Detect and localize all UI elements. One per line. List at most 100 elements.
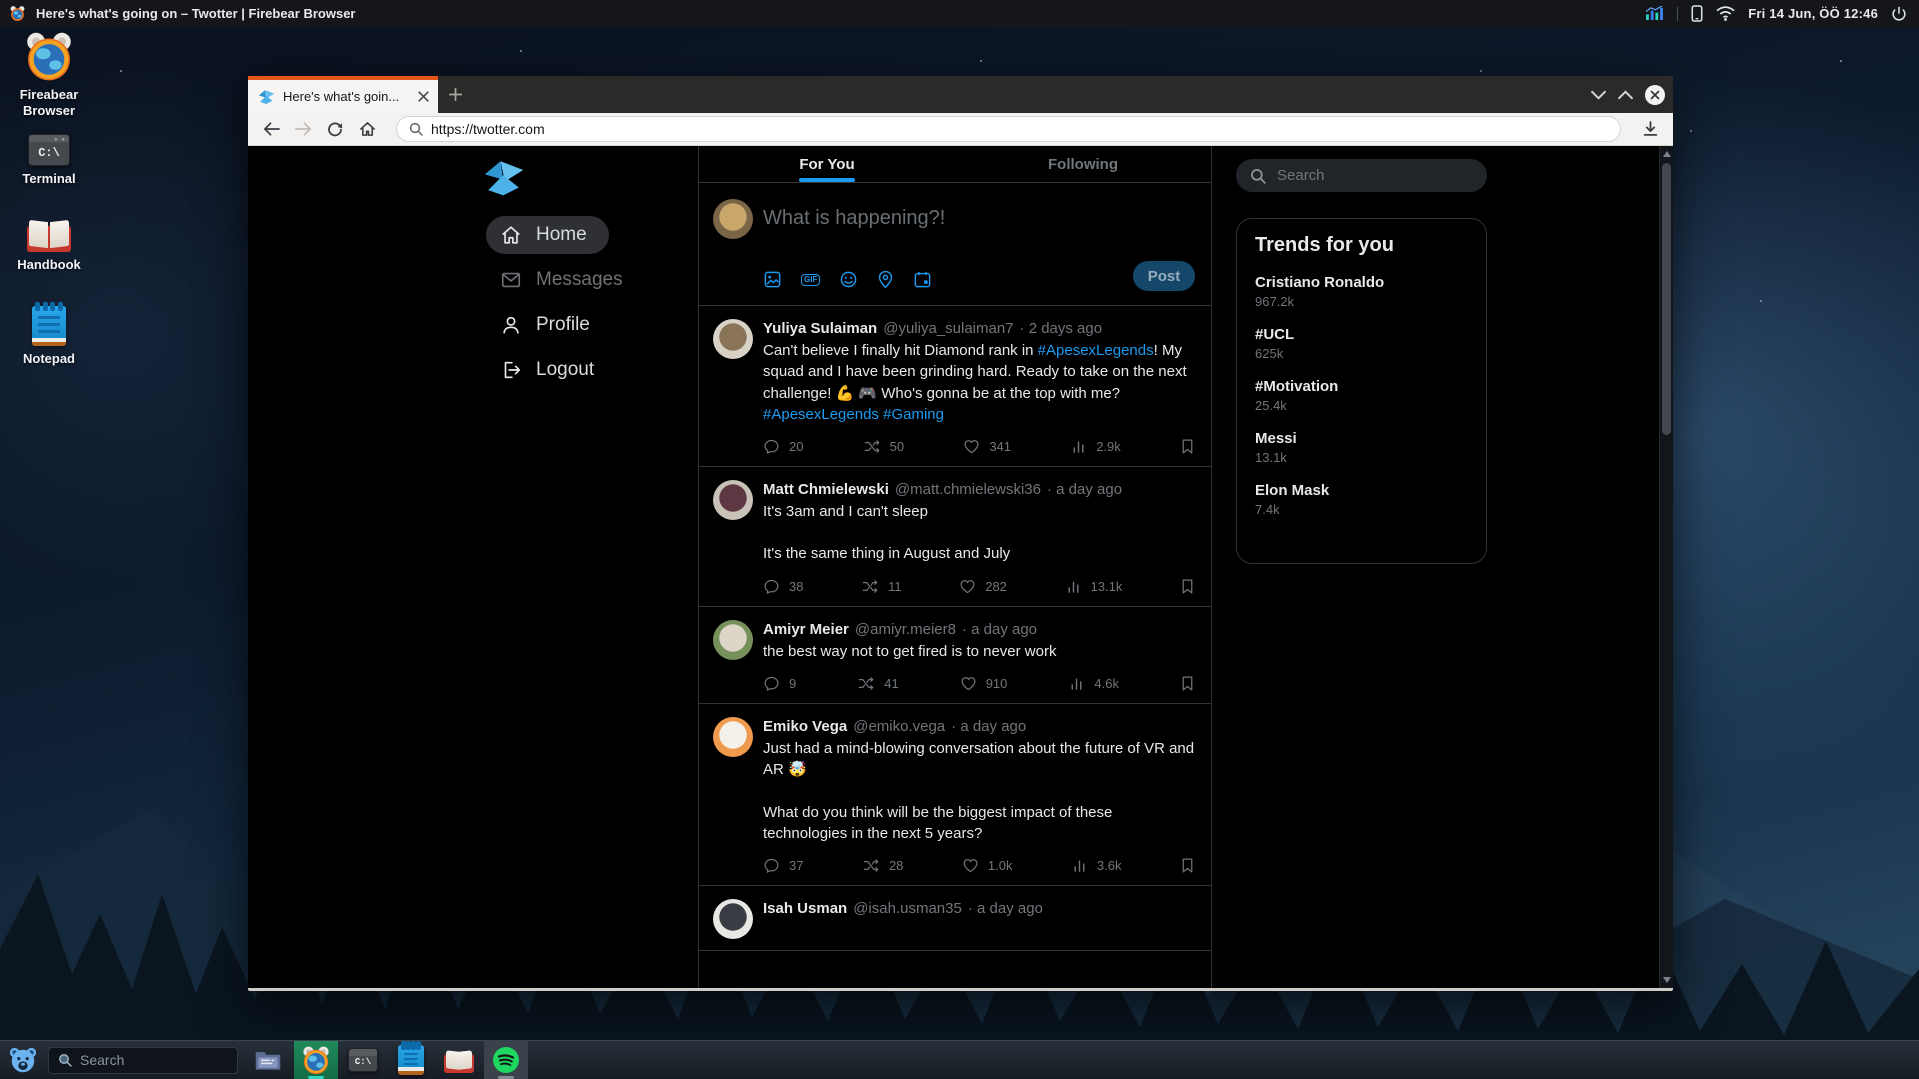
desktop-icon-handbook[interactable]: Handbook: [6, 218, 92, 273]
tweet[interactable]: Isah Usman @isah.usman35 a day ago: [699, 886, 1211, 951]
post-button[interactable]: Post: [1133, 261, 1195, 291]
activity-chart-icon[interactable]: [1645, 6, 1664, 21]
location-icon[interactable]: [877, 270, 894, 289]
page-scrollbar[interactable]: [1659, 146, 1673, 988]
scrollbar-thumb[interactable]: [1662, 163, 1671, 435]
tab-for-you[interactable]: For You: [699, 146, 955, 182]
media-icon[interactable]: [763, 270, 782, 289]
like-button[interactable]: 341: [963, 438, 1011, 455]
tab-following[interactable]: Following: [955, 146, 1211, 182]
window-maximize-icon[interactable]: [1618, 90, 1633, 100]
bookmark-button[interactable]: [1180, 438, 1195, 455]
twotter-logo[interactable]: [483, 158, 525, 196]
tweet-author[interactable]: Emiko Vega: [763, 718, 847, 735]
tweet[interactable]: Amiyr Meier @amiyr.meier8 a day ago the …: [699, 607, 1211, 704]
avatar[interactable]: [713, 319, 753, 359]
tab-close-icon[interactable]: [417, 90, 430, 103]
trend-item[interactable]: Elon Mask 7.4k: [1255, 482, 1468, 517]
phone-icon[interactable]: [1691, 5, 1703, 22]
schedule-icon[interactable]: [913, 270, 932, 289]
clock[interactable]: Fri 14 Jun, ÖÖ 12:46: [1748, 6, 1878, 21]
bookmark-button[interactable]: [1180, 578, 1195, 595]
wifi-icon[interactable]: [1716, 6, 1735, 21]
nav-item-messages[interactable]: Messages: [486, 261, 645, 299]
views-button[interactable]: 2.9k: [1070, 438, 1121, 455]
window-close-button[interactable]: [1645, 85, 1665, 105]
reply-button[interactable]: 20: [763, 438, 803, 455]
repost-button[interactable]: 11: [861, 578, 902, 595]
gif-icon[interactable]: GIF: [801, 274, 820, 286]
taskbar-firebear-active[interactable]: [294, 1041, 338, 1079]
taskbar-spotify[interactable]: [484, 1041, 528, 1079]
reload-button[interactable]: [322, 116, 348, 142]
tweet-author[interactable]: Amiyr Meier: [763, 621, 849, 638]
views-button[interactable]: 3.6k: [1071, 857, 1122, 874]
trend-item[interactable]: #Motivation 25.4k: [1255, 378, 1468, 413]
trend-item[interactable]: #UCL 625k: [1255, 326, 1468, 361]
taskbar-search-input[interactable]: Search: [48, 1047, 238, 1074]
compose-input[interactable]: What is happening?!: [763, 207, 945, 230]
desktop-icon-terminal[interactable]: ● ● C:\ Terminal: [6, 134, 92, 187]
like-button[interactable]: 910: [960, 675, 1008, 692]
tweet-author[interactable]: Isah Usman: [763, 900, 847, 917]
bookmark-button[interactable]: [1180, 857, 1195, 874]
trend-count: 13.1k: [1255, 450, 1468, 465]
tweet-author[interactable]: Matt Chmielewski: [763, 481, 889, 498]
repost-button[interactable]: 41: [857, 675, 898, 692]
new-tab-button[interactable]: [438, 76, 472, 113]
like-button[interactable]: 282: [959, 578, 1007, 595]
taskbar-files-icon[interactable]: [254, 1048, 282, 1072]
like-button[interactable]: 1.0k: [962, 857, 1013, 874]
hashtag-link[interactable]: #ApesexLegends: [1038, 342, 1154, 359]
forward-button[interactable]: [290, 116, 316, 142]
tweet-handle[interactable]: @yuliya_sulaiman7: [883, 320, 1013, 337]
tweet-handle[interactable]: @matt.chmielewski36: [895, 481, 1041, 498]
views-button[interactable]: 4.6k: [1068, 675, 1119, 692]
hashtag-link[interactable]: #Gaming: [883, 406, 944, 423]
taskbar-terminal-icon[interactable]: C:\: [348, 1048, 378, 1072]
back-button[interactable]: [258, 116, 284, 142]
avatar[interactable]: [713, 899, 753, 939]
browser-tab[interactable]: Here's what's goin...: [248, 76, 438, 113]
desktop-icon-fireabear-browser[interactable]: Fireabear Browser: [6, 32, 92, 120]
bookmark-button[interactable]: [1180, 675, 1195, 692]
emoji-icon[interactable]: [839, 270, 858, 289]
window-minimize-icon[interactable]: [1591, 90, 1606, 100]
tweet-handle[interactable]: @emiko.vega: [853, 718, 945, 735]
avatar[interactable]: [713, 717, 753, 757]
nav-item-home[interactable]: Home: [486, 216, 609, 254]
nav-item-logout[interactable]: Logout: [486, 351, 616, 389]
power-icon[interactable]: [1891, 6, 1907, 22]
tweet-handle[interactable]: @isah.usman35: [853, 900, 962, 917]
url-bar[interactable]: https://twotter.com: [396, 116, 1621, 142]
tweet-handle[interactable]: @amiyr.meier8: [855, 621, 956, 638]
avatar[interactable]: [713, 620, 753, 660]
desktop-icon-notepad[interactable]: Notepad: [6, 306, 92, 367]
download-icon[interactable]: [1637, 116, 1663, 142]
tweet-author[interactable]: Yuliya Sulaiman: [763, 320, 877, 337]
scroll-down-icon[interactable]: [1663, 977, 1671, 983]
reply-button[interactable]: 37: [763, 857, 803, 874]
taskbar-notepad-icon[interactable]: [398, 1045, 424, 1075]
trend-item[interactable]: Messi 13.1k: [1255, 430, 1468, 465]
tweet[interactable]: Yuliya Sulaiman @yuliya_sulaiman7 2 days…: [699, 306, 1211, 467]
compose-avatar[interactable]: [713, 199, 753, 239]
views-button[interactable]: 13.1k: [1065, 578, 1123, 595]
tray-separator: [1677, 7, 1678, 21]
taskbar-handbook-icon[interactable]: [444, 1048, 474, 1073]
trend-item[interactable]: Cristiano Ronaldo 967.2k: [1255, 274, 1468, 309]
scroll-up-icon[interactable]: [1663, 151, 1671, 157]
tweet[interactable]: Matt Chmielewski @matt.chmielewski36 a d…: [699, 467, 1211, 607]
hashtag-link[interactable]: #ApesexLegends: [763, 406, 879, 423]
repost-button[interactable]: 28: [862, 857, 903, 874]
repost-icon: [857, 675, 875, 692]
nav-item-profile[interactable]: Profile: [486, 306, 612, 344]
reply-button[interactable]: 38: [763, 578, 803, 595]
tweet[interactable]: Emiko Vega @emiko.vega a day ago Just ha…: [699, 704, 1211, 886]
reply-button[interactable]: 9: [763, 675, 796, 692]
repost-button[interactable]: 50: [863, 438, 904, 455]
home-button[interactable]: [354, 116, 380, 142]
search-input[interactable]: Search: [1236, 159, 1487, 192]
start-menu-bear-icon[interactable]: [8, 1045, 38, 1075]
avatar[interactable]: [713, 480, 753, 520]
